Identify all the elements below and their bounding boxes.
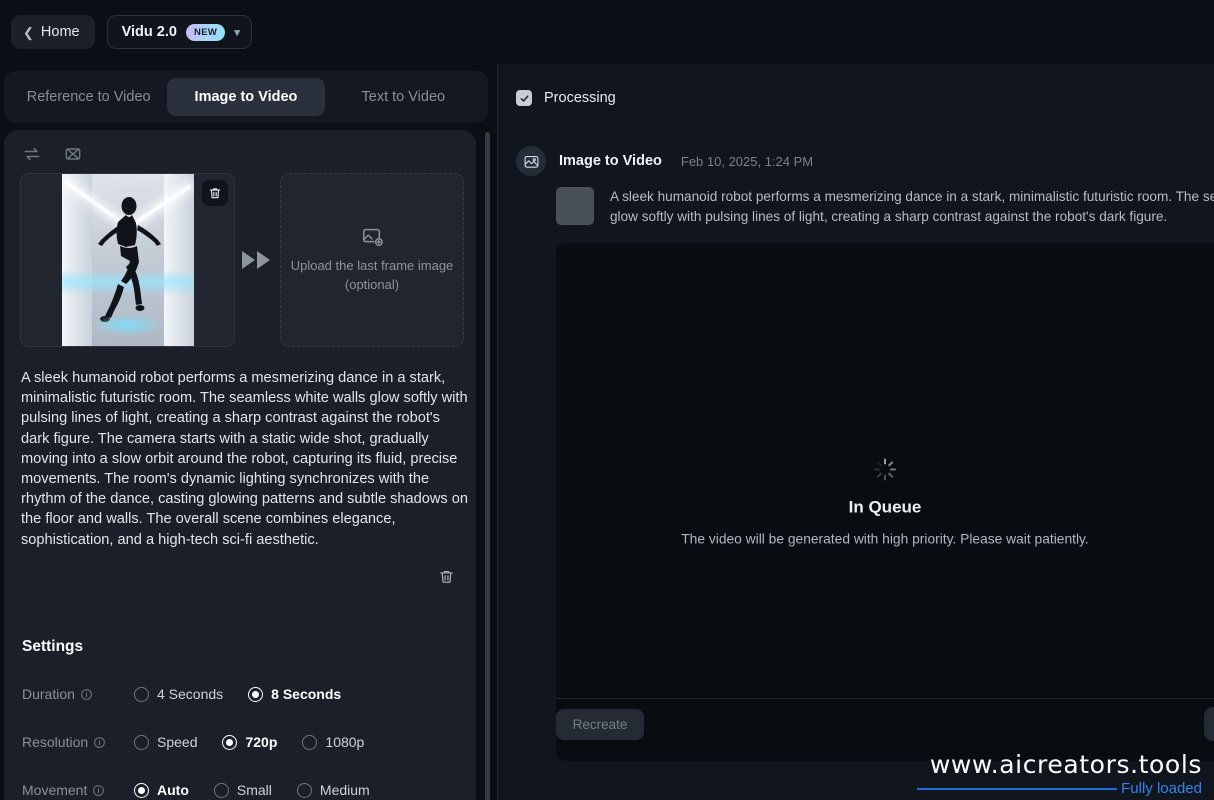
resolution-option-label: 720p [245,734,278,750]
resolution-option-label: Speed [157,734,198,750]
last-frame-line-2: (optional) [344,276,400,292]
radio-icon [134,782,149,798]
add-image-icon [363,228,383,246]
resolution-label-group: Resolution [22,734,134,750]
trash-icon [209,188,221,199]
model-label: Vidu 2.0 [121,24,177,40]
video-preview-box: In Queue The video will be generated wit… [556,243,1214,761]
job-header: Image to Video Feb 10, 2025, 1:24 PM [516,146,813,176]
checkbox-icon [516,90,532,106]
clear-prompt-button[interactable] [438,568,460,590]
duration-label-group: Duration [22,686,134,702]
movement-option-label: Small [236,782,272,798]
setting-row-resolution: Resolution Speed 720p 1080p [22,734,462,750]
setting-row-duration: Duration 4 Seconds 8 Seconds [22,686,462,702]
tab-image-to-video[interactable]: Image to Video [167,78,325,116]
chevron-down-icon: ▾ [234,26,240,39]
movement-option-small[interactable]: Small [213,782,272,798]
radio-icon [222,734,238,750]
top-bar: ❮ Home Vidu 2.0 NEW ▾ [0,0,1214,64]
frames-row: Upload the last frame image (optional) [20,173,465,347]
trash-icon [440,570,453,583]
settings-title: Settings [22,638,84,655]
left-panel-scrollbar[interactable] [485,132,490,800]
footer-action-button[interactable] [1204,707,1214,741]
home-button[interactable]: ❮ Home [11,15,95,49]
last-frame-line-1: Upload the last frame image [290,257,454,273]
footer-divider [556,698,1214,699]
new-badge: NEW [185,23,226,41]
job-prompt: A sleek humanoid robot performs a mesmer… [610,189,1214,224]
swap-arrows-icon[interactable] [22,144,42,164]
job-timestamp: Feb 10, 2025, 1:24 PM [680,153,814,169]
right-panel: Processing Image to Video Feb 10, 2025, … [498,64,1214,800]
check-icon [520,94,528,102]
radio-icon [248,686,264,702]
upload-card: Upload the last frame image (optional) A… [4,130,476,669]
movement-label: Movement [22,782,88,798]
left-panel: Reference to Video Image to Video Text t… [0,64,492,800]
floor-glow [90,314,165,336]
watermark-tagline-row: Fully loaded [917,780,1202,798]
info-icon[interactable] [92,784,105,797]
job-prompt-row: A sleek humanoid robot performs a mesmer… [556,187,1214,227]
prompt-text[interactable]: A sleek humanoid robot performs a mesmer… [21,368,471,550]
thumbnail-tools [22,144,83,164]
radio-icon [302,734,318,750]
tab-reference-to-video[interactable]: Reference to Video [10,78,167,116]
watermark-site: www.aicreators.tools [929,750,1202,779]
resolution-option-label: 1080p [325,734,365,750]
radio-icon [134,734,149,750]
duration-option-4-seconds[interactable]: 4 Seconds [134,686,223,702]
processing-filter-toggle[interactable]: Processing [516,90,616,106]
movement-option-label: Auto [157,782,189,798]
duration-label: Duration [22,686,75,702]
movement-option-medium[interactable]: Medium [296,782,370,798]
chevron-left-icon: ❮ [23,24,34,40]
mode-tab-bar: Reference to Video Image to Video Text t… [4,71,488,123]
settings-card: Settings Duration 4 Seconds 8 Seconds Re… [4,619,476,800]
duration-option-label: 8 Seconds [271,686,342,702]
info-icon[interactable] [80,688,93,701]
radio-icon [296,782,312,798]
watermark-tagline: Fully loaded [1121,780,1202,797]
resolution-option-720p[interactable]: 720p [222,734,277,750]
movement-option-label: Medium [319,782,370,798]
robot-figure [97,197,161,322]
duration-option-label: 4 Seconds [157,686,224,702]
tab-text-to-video[interactable]: Text to Video [325,78,482,116]
first-frame-image [61,174,194,346]
play-forward-icon [235,173,280,347]
movement-option-auto[interactable]: Auto [134,782,189,798]
first-frame-thumbnail[interactable] [20,173,235,347]
app-root: ❮ Home Vidu 2.0 NEW ▾ Reference to Video… [0,0,1214,800]
queue-subtitle: The video will be generated with high pr… [681,531,1089,547]
resolution-label: Resolution [22,734,89,750]
resolution-option-1080p[interactable]: 1080p [302,734,364,750]
image-icon [524,155,538,168]
crop-image-icon[interactable] [63,144,83,164]
setting-row-movement: Movement Auto Small Medium [22,782,462,798]
duration-option-8-seconds[interactable]: 8 Seconds [248,686,341,702]
job-title: Image to Video [559,153,662,169]
processing-label: Processing [544,90,616,106]
radio-icon [213,782,229,798]
job-thumbnail[interactable] [556,187,594,225]
avatar [516,146,546,176]
watermark-line [917,788,1118,790]
last-frame-upload-area[interactable]: Upload the last frame image (optional) [280,173,464,347]
delete-first-frame-button[interactable] [202,180,228,206]
loading-spinner-icon [873,458,897,482]
info-icon[interactable] [93,736,106,749]
radio-icon [134,686,149,702]
queue-status: In Queue The video will be generated wit… [556,458,1214,547]
model-selector-button[interactable]: Vidu 2.0 NEW ▾ [106,15,252,49]
resolution-option-speed[interactable]: Speed [134,734,197,750]
queue-title: In Queue [848,497,922,517]
last-frame-label: Upload the last frame image (optional) [291,257,454,295]
recreate-button[interactable]: Recreate [556,709,644,740]
home-button-label: Home [40,24,80,40]
watermark: www.aicreators.tools Fully loaded [917,750,1202,798]
movement-label-group: Movement [22,782,134,798]
